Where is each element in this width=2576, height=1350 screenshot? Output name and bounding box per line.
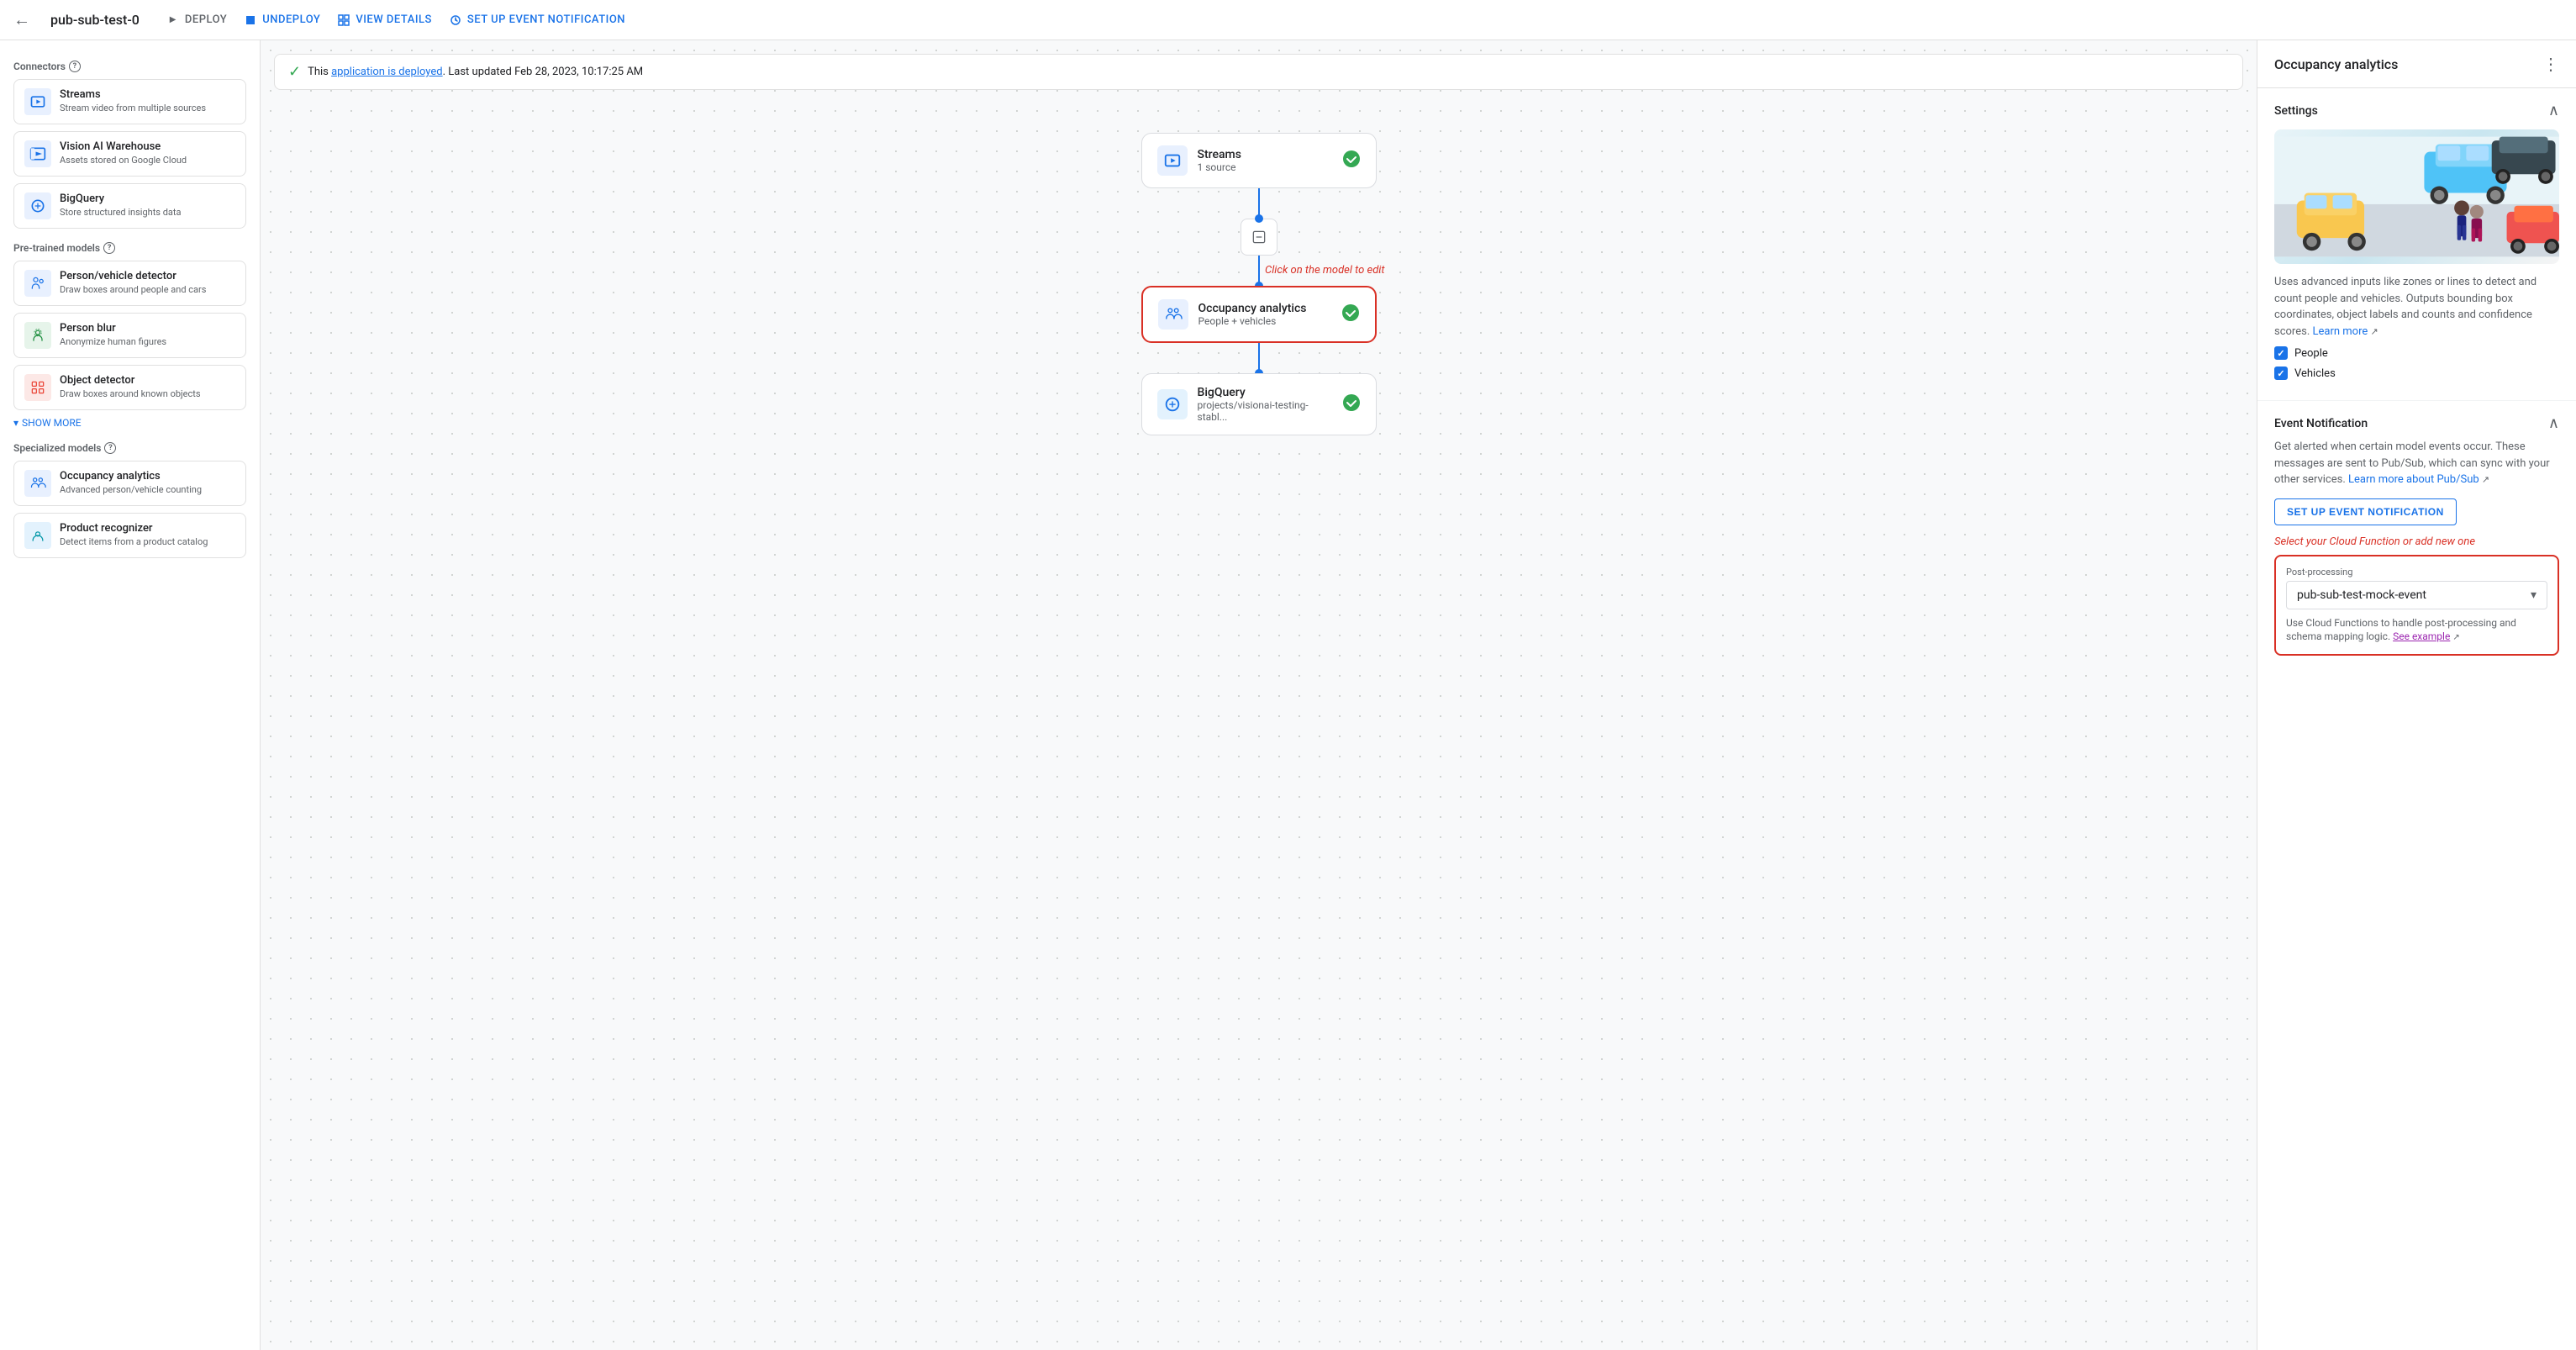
occupancy-description: Uses advanced inputs like zones or lines… bbox=[2274, 274, 2559, 340]
dropdown-arrow-icon: ▾ bbox=[2531, 588, 2536, 602]
occupancy-node-icon bbox=[1158, 299, 1188, 330]
sidebar-item-product-recognizer[interactable]: Product recognizer Detect items from a p… bbox=[13, 513, 246, 558]
connectors-section-title: Connectors ? bbox=[13, 61, 246, 72]
sidebar-item-person-blur[interactable]: Person blur Anonymize human figures bbox=[13, 313, 246, 358]
specialized-help-icon[interactable]: ? bbox=[104, 442, 116, 454]
sidebar-item-occupancy[interactable]: Occupancy analytics Advanced person/vehi… bbox=[13, 461, 246, 506]
application-deployed-link[interactable]: application is deployed bbox=[331, 66, 443, 78]
event-collapse-button[interactable]: ∧ bbox=[2548, 414, 2559, 432]
object-detector-icon bbox=[24, 374, 51, 401]
streams-flow-node[interactable]: Streams 1 source bbox=[1141, 133, 1377, 188]
occupancy-check-icon bbox=[1341, 303, 1360, 326]
pretrained-help-icon[interactable]: ? bbox=[103, 242, 115, 254]
right-panel: Occupancy analytics ⋮ Settings ∧ bbox=[2257, 40, 2576, 1350]
sidebar-item-streams[interactable]: Streams Stream video from multiple sourc… bbox=[13, 79, 246, 124]
streams-check-icon bbox=[1342, 150, 1361, 172]
setup-event-notification-button[interactable]: SET UP EVENT NOTIFICATION bbox=[2274, 498, 2457, 525]
connector-box bbox=[1241, 219, 1277, 256]
flow-diagram: Streams 1 source bbox=[261, 108, 2257, 1350]
pretrained-section-title: Pre-trained models ? bbox=[13, 242, 246, 254]
product-recognizer-icon bbox=[24, 522, 51, 549]
status-bar: ✓ This application is deployed. Last upd… bbox=[274, 54, 2243, 90]
right-panel-title: Occupancy analytics bbox=[2274, 56, 2398, 72]
person-blur-icon bbox=[24, 322, 51, 349]
external-link-icon: ↗ bbox=[2371, 326, 2378, 337]
settings-title: Settings ∧ bbox=[2274, 102, 2559, 119]
bigquery-node-icon bbox=[1157, 389, 1188, 419]
sidebar-item-bigquery[interactable]: BigQuery Store structured insights data bbox=[13, 183, 246, 229]
post-processing-dropdown-container: Post-processing pub-sub-test-mock-event … bbox=[2274, 555, 2559, 657]
people-label: People bbox=[2294, 347, 2328, 360]
connectors-help-icon[interactable]: ? bbox=[69, 61, 81, 72]
setup-event-button[interactable]: SET UP EVENT NOTIFICATION bbox=[449, 13, 625, 27]
external-link-icon-2: ↗ bbox=[2482, 474, 2489, 485]
panel-menu-button[interactable]: ⋮ bbox=[2542, 54, 2559, 74]
event-notification-title: Event Notification ∧ bbox=[2274, 414, 2559, 432]
view-details-icon bbox=[337, 13, 350, 27]
learn-more-pubsub-link[interactable]: Learn more about Pub/Sub bbox=[2348, 473, 2479, 486]
people-checkbox[interactable] bbox=[2274, 346, 2288, 360]
cloud-function-hint: Select your Cloud Function or add new on… bbox=[2274, 535, 2559, 548]
bigquery-flow-node[interactable]: BigQuery projects/visionai-testing-stabl… bbox=[1141, 373, 1377, 435]
vehicles-checkbox-row: Vehicles bbox=[2274, 367, 2559, 380]
main-layout: Connectors ? Streams Stream video from m… bbox=[0, 40, 2576, 1350]
people-checkbox-row: People bbox=[2274, 346, 2559, 360]
vehicles-checkbox[interactable] bbox=[2274, 367, 2288, 380]
sidebar-item-vision-ai[interactable]: Vision AI Warehouse Assets stored on Goo… bbox=[13, 131, 246, 177]
click-hint: Click on the model to edit bbox=[1265, 264, 1385, 277]
connector-2 bbox=[1258, 256, 1260, 286]
sidebar-item-person-vehicle[interactable]: Person/vehicle detector Draw boxes aroun… bbox=[13, 261, 246, 306]
sidebar: Connectors ? Streams Stream video from m… bbox=[0, 40, 261, 1350]
vehicles-label: Vehicles bbox=[2294, 367, 2336, 380]
person-vehicle-icon bbox=[24, 270, 51, 297]
deploy-button[interactable]: ▶ DEPLOY bbox=[166, 13, 227, 27]
occupancy-icon bbox=[24, 470, 51, 497]
show-more-button[interactable]: ▾ SHOW MORE bbox=[13, 417, 246, 429]
see-example-link[interactable]: See example bbox=[2393, 630, 2450, 642]
view-details-button[interactable]: VIEW DETAILS bbox=[337, 13, 432, 27]
status-check-icon: ✓ bbox=[288, 63, 301, 81]
learn-more-link[interactable]: Learn more bbox=[2312, 325, 2368, 338]
bigquery-check-icon bbox=[1342, 393, 1361, 416]
occupancy-illustration bbox=[2274, 129, 2559, 264]
back-button[interactable]: ← bbox=[13, 9, 30, 30]
topbar-actions: ▶ DEPLOY UNDEPLOY VIEW DETAILS SET UP EV… bbox=[166, 13, 625, 27]
right-panel-header: Occupancy analytics ⋮ bbox=[2257, 40, 2576, 88]
page-title: pub-sub-test-0 bbox=[50, 12, 140, 28]
connector-dot-1 bbox=[1255, 214, 1263, 223]
event-notification-section: Event Notification ∧ Get alerted when ce… bbox=[2257, 401, 2576, 669]
sidebar-item-object-detector[interactable]: Object detector Draw boxes around known … bbox=[13, 365, 246, 410]
connector-1 bbox=[1258, 188, 1260, 219]
streams-icon bbox=[24, 88, 51, 115]
deploy-icon: ▶ bbox=[166, 13, 180, 27]
connector-3 bbox=[1258, 343, 1260, 373]
occupancy-flow-node-wrapper: Click on the model to edit Occupancy ana… bbox=[1141, 286, 1377, 343]
canvas-area: ✓ This application is deployed. Last upd… bbox=[261, 40, 2257, 1350]
post-processing-dropdown[interactable]: pub-sub-test-mock-event ▾ bbox=[2286, 581, 2547, 609]
external-link-icon-3: ↗ bbox=[2452, 633, 2459, 642]
occupancy-flow-node[interactable]: Occupancy analytics People + vehicles bbox=[1141, 286, 1377, 343]
specialized-section-title: Specialized models ? bbox=[13, 442, 246, 454]
topbar: ← pub-sub-test-0 ▶ DEPLOY UNDEPLOY VIEW … bbox=[0, 0, 2576, 40]
dropdown-help-text: Use Cloud Functions to handle post-proce… bbox=[2286, 616, 2547, 645]
vision-ai-icon bbox=[24, 140, 51, 167]
dropdown-label: Post-processing bbox=[2286, 567, 2547, 577]
bigquery-icon bbox=[24, 192, 51, 219]
settings-collapse-button[interactable]: ∧ bbox=[2548, 102, 2559, 119]
settings-section: Settings ∧ bbox=[2257, 88, 2576, 401]
dot-grid: ✓ This application is deployed. Last upd… bbox=[261, 40, 2257, 1350]
undeploy-button[interactable]: UNDEPLOY bbox=[244, 13, 320, 27]
setup-event-icon bbox=[449, 13, 462, 27]
streams-node-icon bbox=[1157, 145, 1188, 176]
event-description: Get alerted when certain model events oc… bbox=[2274, 439, 2559, 488]
undeploy-icon bbox=[244, 13, 257, 27]
